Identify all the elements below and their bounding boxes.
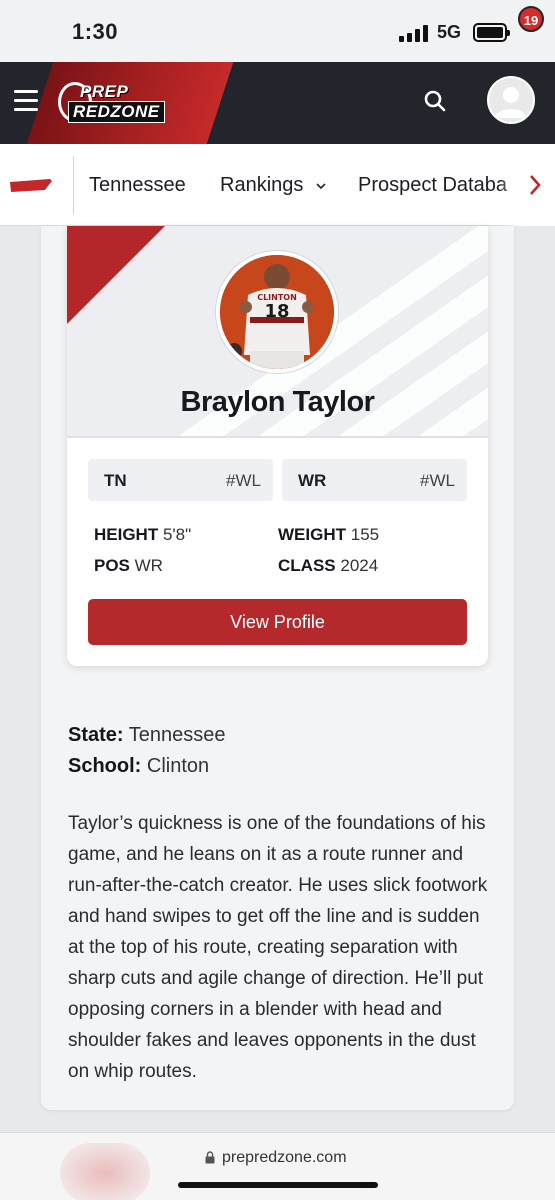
stat-weight-value: 155 [350,525,380,544]
network-type: 5G [437,22,462,42]
state-ranking-key: TN [104,471,127,490]
nav-item-prospect-database[interactable]: Prospect Databa [358,174,507,197]
url-bar-blur [60,1143,150,1200]
stat-class: CLASS 2024 [278,556,378,576]
stat-height-label: HEIGHT [94,525,159,544]
school-info-value: Clinton [146,755,210,777]
card-corner-accent [67,226,165,324]
stat-height: HEIGHT 5'8" [94,525,191,545]
battery-icon [473,23,510,42]
view-profile-button[interactable]: View Profile [88,599,467,645]
school-info: School: Clinton [68,755,209,778]
state-ranking-value: #WL [226,471,261,490]
notification-badge[interactable]: 19 [518,6,544,32]
nav-item-rankings[interactable]: Rankings [220,174,327,197]
nav-item-rankings-label: Rankings [220,174,304,196]
stat-weight-label: WEIGHT [278,525,346,544]
player-card: CLINTON 18 Braylon Taylor TN #WL WR #WL … [67,226,488,666]
status-time: 1:30 [72,19,119,44]
user-avatar[interactable] [487,76,535,124]
stat-class-label: CLASS [278,556,336,575]
browser-url-bar[interactable]: prepredzone.com [0,1132,555,1200]
state-info-value: Tennessee [128,724,226,746]
position-ranking-key: WR [298,471,327,490]
home-indicator[interactable] [178,1182,378,1188]
cellular-signal-icon [399,25,429,42]
state-ranking-tag[interactable]: TN #WL [88,459,273,501]
stat-height-value: 5'8" [162,525,192,544]
search-icon[interactable] [424,90,446,112]
tennessee-state-icon[interactable] [10,177,52,193]
jersey-number: 18 [264,301,289,322]
chevron-down-icon [316,183,326,189]
stat-weight: WEIGHT 155 [278,525,379,545]
state-info: State: Tennessee [68,724,226,747]
player-name: Braylon Taylor [180,386,375,418]
stat-pos: POS WR [94,556,163,576]
nav-item-tennessee[interactable]: Tennessee [89,174,186,197]
position-ranking-value: #WL [420,471,455,490]
url-text[interactable]: prepredzone.com [222,1149,347,1167]
section-nav: Tennessee Rankings Prospect Databa [0,144,555,226]
school-info-label: School: [68,755,142,777]
site-header: PREP REDZONE [0,62,555,144]
stat-pos-label: POS [94,556,130,575]
card-hero: CLINTON 18 Braylon Taylor [67,226,488,438]
hero-divider [67,436,488,438]
logo-word-prep: PREP [80,82,129,101]
player-photo: CLINTON 18 [216,251,338,373]
logo-word-redzone: REDZONE [68,101,165,123]
prep-redzone-logo[interactable]: PREP REDZONE [58,78,182,128]
position-ranking-tag[interactable]: WR #WL [282,459,467,501]
stat-class-value: 2024 [340,556,379,575]
chevron-right-icon[interactable] [528,174,542,196]
status-bar: 1:30 5G [0,0,555,62]
stat-pos-value: WR [134,556,163,575]
player-bio: Taylor’s quickness is one of the foundat… [68,813,488,1082]
user-silhouette-icon [495,87,527,118]
hamburger-menu-icon[interactable] [14,90,38,112]
state-info-label: State: [68,724,124,746]
lock-icon [205,1151,215,1164]
nav-divider [73,156,74,214]
player-photo-illustration: CLINTON 18 [220,255,334,369]
